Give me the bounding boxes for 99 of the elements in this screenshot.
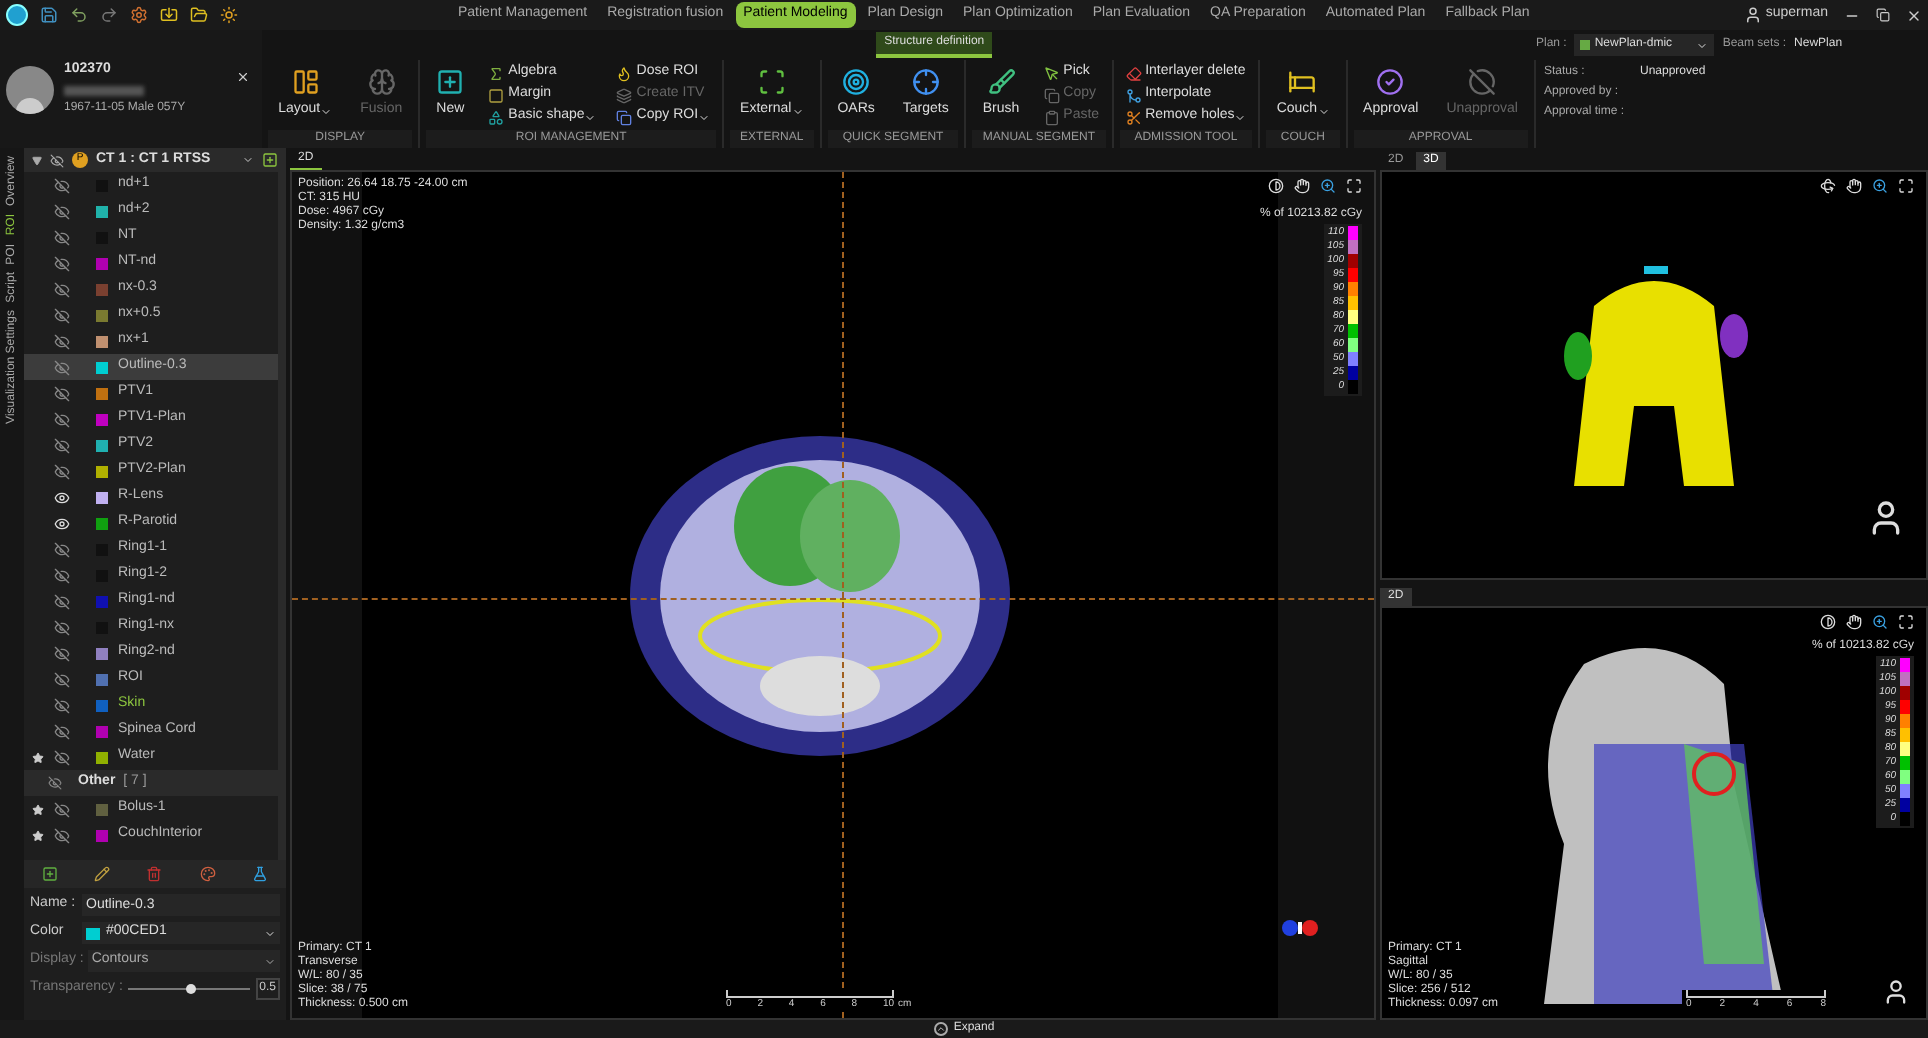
palette-icon[interactable]	[199, 866, 216, 882]
panel-layout-icon	[291, 68, 320, 97]
rotate-icon[interactable]	[1820, 178, 1836, 194]
contrast-icon[interactable]	[1820, 614, 1836, 630]
eye-off-icon[interactable]	[50, 153, 64, 167]
caret-icon	[1696, 39, 1709, 51]
eye-off-icon[interactable]	[54, 541, 70, 557]
add-icon[interactable]	[262, 152, 278, 168]
pencil-icon[interactable]	[94, 866, 111, 882]
trash-icon[interactable]	[146, 866, 163, 882]
check-circle-icon	[1376, 68, 1405, 97]
eye-off-icon[interactable]	[54, 203, 70, 219]
zoom-icon[interactable]	[1872, 614, 1888, 630]
slider-thumb[interactable]	[185, 984, 196, 994]
fullscreen-icon[interactable]	[1898, 178, 1914, 194]
eye-off-icon[interactable]	[54, 229, 70, 245]
restore-icon[interactable]	[1876, 8, 1890, 22]
close-icon[interactable]	[1906, 7, 1922, 23]
fullscreen-icon[interactable]	[1898, 614, 1914, 630]
copy-icon	[616, 109, 633, 125]
import-icon[interactable]	[160, 6, 178, 24]
caret-icon	[1234, 111, 1247, 123]
caret-icon	[1317, 105, 1330, 117]
eye-off-icon[interactable]	[54, 333, 70, 349]
person-icon	[1882, 978, 1910, 1006]
app-logo-icon[interactable]	[6, 4, 28, 26]
flask-icon[interactable]	[251, 866, 268, 882]
caret-icon	[584, 111, 597, 123]
brush-icon	[987, 68, 1015, 97]
fullscreen-icon[interactable]	[1346, 178, 1362, 194]
eye-off-icon[interactable]	[54, 411, 70, 427]
eye-off-icon[interactable]	[54, 801, 70, 817]
eye-off-icon[interactable]	[54, 671, 70, 687]
star-icon[interactable]	[32, 751, 44, 763]
zoom-icon[interactable]	[1872, 178, 1888, 194]
scan-icon	[757, 68, 786, 97]
eye-off-icon[interactable]	[54, 593, 70, 609]
add-icon[interactable]	[42, 866, 59, 882]
chevron-up-icon	[933, 1022, 948, 1036]
folder-icon[interactable]	[190, 6, 208, 24]
circle-off-icon	[1468, 68, 1497, 97]
caret-icon	[264, 955, 276, 967]
caret-icon	[264, 927, 276, 939]
flame-icon	[616, 65, 633, 81]
eye-icon[interactable]	[54, 489, 70, 505]
undo-icon[interactable]	[70, 6, 88, 24]
eye-off-icon[interactable]	[54, 437, 70, 453]
hand-icon[interactable]	[1846, 178, 1862, 194]
sun-icon[interactable]	[220, 6, 238, 24]
caret-icon	[791, 105, 804, 117]
crosshair-icon	[911, 68, 940, 97]
eye-off-icon[interactable]	[54, 723, 70, 739]
shapes-icon	[488, 109, 505, 125]
eye-off-icon[interactable]	[54, 619, 70, 635]
star-icon[interactable]	[32, 829, 44, 841]
eye-off-icon[interactable]	[54, 645, 70, 661]
user-icon	[1743, 6, 1762, 24]
layers-icon	[616, 87, 633, 103]
scale-bar	[1686, 989, 1826, 997]
scissors-icon	[1125, 109, 1142, 125]
bed-icon	[1288, 68, 1317, 97]
caret-icon	[320, 105, 333, 117]
brain-icon	[367, 68, 396, 97]
redo-icon[interactable]	[100, 6, 118, 24]
gear-icon[interactable]	[130, 6, 148, 24]
sigma-icon	[488, 65, 505, 81]
avatar-icon	[6, 65, 54, 113]
eye-off-icon[interactable]	[54, 385, 70, 401]
merge-icon	[1125, 87, 1142, 103]
eye-off-icon[interactable]	[54, 307, 70, 323]
caret-icon	[698, 111, 711, 123]
star-icon[interactable]	[32, 803, 44, 815]
pointer-icon	[1043, 65, 1060, 81]
eye-icon[interactable]	[54, 515, 70, 531]
eye-off-icon[interactable]	[54, 567, 70, 583]
eye-off-icon[interactable]	[54, 281, 70, 297]
contrast-icon[interactable]	[1268, 178, 1284, 194]
eye-off-icon[interactable]	[54, 827, 70, 843]
clipboard-icon	[1043, 109, 1060, 125]
eye-off-icon[interactable]	[54, 255, 70, 271]
caret-icon[interactable]	[242, 154, 254, 166]
zoom-icon[interactable]	[1320, 178, 1336, 194]
hand-icon[interactable]	[1294, 178, 1310, 194]
eye-off-icon[interactable]	[54, 177, 70, 193]
eye-off-icon[interactable]	[48, 776, 62, 790]
square-plus-icon	[436, 68, 465, 97]
square-icon	[488, 87, 505, 103]
eye-off-icon[interactable]	[54, 697, 70, 713]
save-icon[interactable]	[40, 6, 58, 24]
target-icon	[842, 68, 871, 97]
collapse-icon[interactable]	[32, 155, 42, 165]
blurred-name	[64, 85, 144, 96]
hand-icon[interactable]	[1846, 614, 1862, 630]
eye-off-icon[interactable]	[54, 749, 70, 765]
copy-icon	[1043, 87, 1060, 103]
close-icon[interactable]	[236, 70, 251, 84]
eye-off-icon[interactable]	[54, 359, 70, 375]
eye-off-icon[interactable]	[54, 463, 70, 479]
eraser-icon	[1125, 65, 1142, 81]
